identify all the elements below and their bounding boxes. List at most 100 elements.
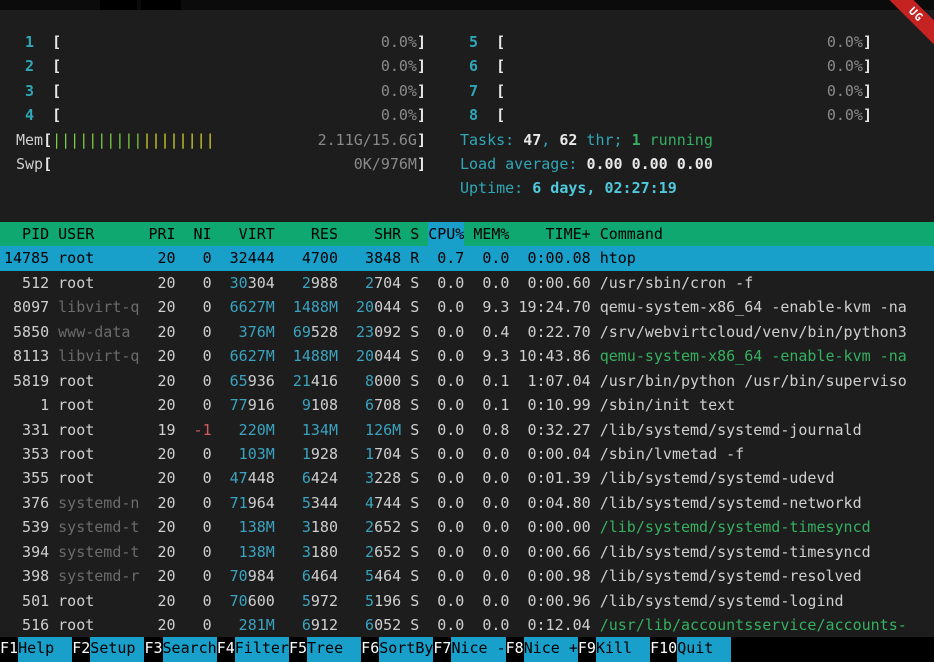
cell-mem-percent: 0.0 [473,442,509,466]
process-row[interactable]: 516root200281M69126052S0.00.00:12.04/usr… [0,613,934,637]
fnkey-f5[interactable]: F5Tree [289,637,361,662]
process-row[interactable]: 1root2007791691086708S0.00.10:10.99/sbin… [0,393,934,417]
bracket-open: [ [43,128,52,152]
column-header-shr[interactable]: SHR [347,222,401,246]
column-header-s[interactable]: S [410,222,419,246]
process-row[interactable]: 8097libvirt-q2006627M1488M20044S0.09.319… [0,295,934,319]
fnkey-action-label: Tree [307,637,361,662]
cpu-meter-8: 8 [0.0%] [460,103,872,127]
cell-pri: 20 [148,344,175,368]
fnkey-f1[interactable]: F1Help [0,637,72,662]
process-row[interactable]: 539systemd-t200138M31802652S0.00.00:00.0… [0,515,934,539]
cell-command: /lib/systemd/systemd-udevd [600,466,934,490]
cell-shr: 23092 [347,320,401,344]
cell-mem-percent: 0.0 [473,271,509,295]
fnkey-f2[interactable]: F2Setup [72,637,144,662]
cpu-percent: 0.0% [827,103,863,127]
fnkey-label: F6 [361,637,379,662]
column-header-res[interactable]: RES [284,222,338,246]
cell-time: 0:12.04 [518,613,590,637]
cell-mem-percent: 0.0 [473,466,509,490]
cell-pid: 5850 [4,320,49,344]
tasks-line: Tasks: 47, 62 thr; 1 running [460,128,872,152]
cell-time: 0:10.99 [518,393,590,417]
bracket-close: ] [863,30,872,54]
process-row[interactable]: 353root200103M19281704S0.00.00:00.04/sbi… [0,442,934,466]
cell-ni: 0 [185,466,212,490]
cell-command: /sbin/lvmetad -f [600,442,934,466]
column-header-user[interactable]: USER [58,222,139,246]
cell-shr: 2652 [347,515,401,539]
process-row[interactable]: 512root2003030429882704S0.00.00:00.60/us… [0,271,934,295]
fnkey-f6[interactable]: F6SortBy [361,637,433,662]
cell-virt: 30304 [221,271,275,295]
fnkey-f8[interactable]: F8Nice + [506,637,578,662]
cpu-meter-2: 2 [0.0%] [16,54,426,78]
process-row[interactable]: 5850www-data200376M6952823092S0.00.40:22… [0,320,934,344]
cell-mem-percent: 0.0 [473,515,509,539]
process-row[interactable]: 5819root20065936214168000S0.00.11:07.04/… [0,369,934,393]
cpu-number: 2 [16,54,34,78]
swp-label: Swp [16,152,43,176]
column-header-mem[interactable]: MEM% [473,222,509,246]
cell-shr: 2652 [347,540,401,564]
process-row[interactable]: 376systemd-n2007196453444744S0.00.00:04.… [0,491,934,515]
cell-shr: 1704 [347,442,401,466]
cell-cpu-percent: 0.0 [428,369,464,393]
cell-time: 0:00.60 [518,271,590,295]
process-row[interactable]: 398systemd-r2007098464645464S0.00.00:00.… [0,564,934,588]
cell-time: 0:01.39 [518,466,590,490]
cell-pri: 20 [148,589,175,613]
bracket-close: ] [417,152,426,176]
load-label: Load average: [460,152,586,176]
fnkey-f10[interactable]: F10Quit [650,637,731,662]
cell-mem-percent: 9.3 [473,344,509,368]
cell-res: 5972 [284,589,338,613]
mem-used-bars: |||||||||| [52,131,142,149]
cell-cpu-percent: 0.0 [428,613,464,637]
column-header-ni[interactable]: NI [185,222,212,246]
process-row[interactable]: 355root2004744864243228S0.00.00:01.39/li… [0,466,934,490]
cell-cpu-percent: 0.0 [428,442,464,466]
column-header-pid[interactable]: PID [4,222,49,246]
process-row[interactable]: 394systemd-t200138M31802652S0.00.00:00.6… [0,540,934,564]
process-row[interactable]: 14785root2003244447003848R0.70.00:00.08h… [0,246,934,270]
bracket-close: ] [863,103,872,127]
fnkey-f3[interactable]: F3Search [144,637,216,662]
cell-pid: 5819 [4,369,49,393]
cell-ni: 0 [185,369,212,393]
cell-pid: 331 [4,418,49,442]
cell-command: /usr/sbin/cron -f [600,271,934,295]
cell-ni: 0 [185,271,212,295]
cell-ni: 0 [185,344,212,368]
cell-state: S [410,589,419,613]
cell-command: /lib/systemd/systemd-logind [600,589,934,613]
column-header-virt[interactable]: VIRT [221,222,275,246]
fnkey-f4[interactable]: F4Filter [217,637,289,662]
column-header-time[interactable]: TIME+ [518,222,590,246]
process-row[interactable]: 331root19-1220M134M126MS0.00.80:32.27/li… [0,418,934,442]
cell-state: S [410,320,419,344]
bracket-close: ] [417,54,426,78]
cell-user: systemd-t [58,515,139,539]
column-header-pri[interactable]: PRI [148,222,175,246]
cell-virt: 70984 [221,564,275,588]
bracket-close: ] [417,128,426,152]
process-row[interactable]: 8113libvirt-q2006627M1488M20044S0.09.310… [0,344,934,368]
top-bar [0,0,934,10]
cell-shr: 6052 [347,613,401,637]
process-row[interactable]: 501root2007060059725196S0.00.00:00.96/li… [0,589,934,613]
cell-virt: 71964 [221,491,275,515]
cpu-number: 7 [460,79,478,103]
column-header-command[interactable]: Command [600,222,934,246]
cell-virt: 47448 [221,466,275,490]
tasks-running-label: running [641,128,713,152]
fnkey-f7[interactable]: F7Nice - [433,637,505,662]
cell-virt: 138M [221,540,275,564]
cell-mem-percent: 0.4 [473,320,509,344]
cell-command: /sbin/init text [600,393,934,417]
fnkey-f9[interactable]: F9Kill [578,637,650,662]
bracket-open: [ [478,79,505,103]
column-header-cpu[interactable]: CPU% [428,222,464,246]
fnkey-action-label: Nice + [524,637,578,662]
